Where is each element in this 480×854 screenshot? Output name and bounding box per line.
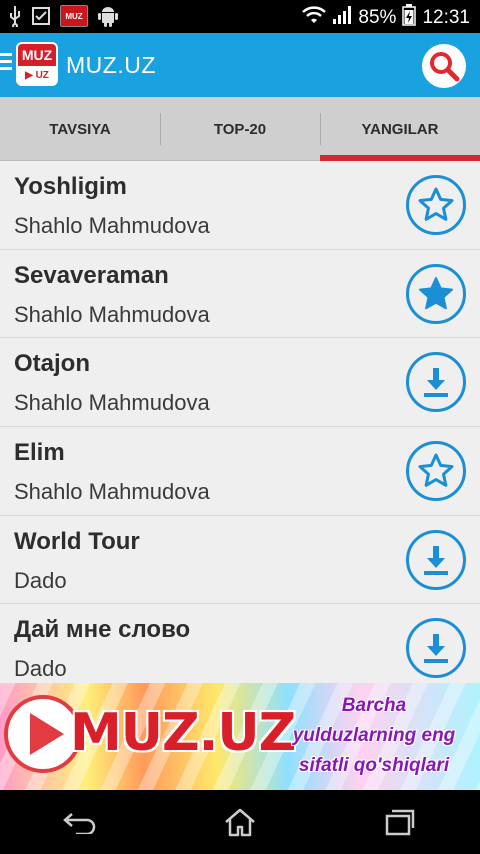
song-list[interactable]: Yoshligim Shahlo Mahmudova Sevaveraman S… — [0, 161, 480, 683]
signal-icon — [332, 5, 352, 31]
list-item[interactable]: Дай мне слово Dado — [0, 604, 480, 683]
song-artist: Shahlo Mahmudova — [14, 479, 210, 505]
wifi-icon — [302, 5, 327, 31]
banner-ad[interactable]: MUZ.UZ Barcha yulduzlarning eng sifatli … — [0, 683, 480, 790]
tab-tavsiya[interactable]: TAVSIYA — [0, 97, 160, 161]
search-icon — [430, 52, 460, 82]
favorite-button[interactable] — [406, 175, 466, 235]
tab-bar: TAVSIYA TOP-20 YANGILAR — [0, 97, 480, 161]
status-bar: MUZ 85% 12:31 — [0, 0, 480, 33]
home-button[interactable] — [210, 797, 270, 847]
list-item[interactable]: Yoshligim Shahlo Mahmudova — [0, 161, 480, 250]
system-nav-bar — [0, 790, 480, 854]
app-bar: MUZ ▶ UZ MUZ.UZ — [0, 33, 480, 97]
download-icon — [424, 368, 448, 398]
song-title: Otajon — [14, 350, 90, 378]
song-artist: Dado — [14, 656, 67, 682]
download-button[interactable] — [406, 618, 466, 679]
clock: 12:31 — [422, 7, 470, 28]
download-button[interactable] — [406, 529, 466, 590]
back-button[interactable] — [50, 797, 110, 847]
list-item[interactable]: World Tour Dado — [0, 515, 480, 605]
back-icon — [63, 813, 96, 834]
battery-icon — [402, 4, 417, 32]
song-artist: Shahlo Mahmudova — [14, 301, 210, 327]
tab-yangilar[interactable]: YANGILAR — [320, 97, 480, 161]
app-logo[interactable]: MUZ ▶ UZ — [16, 42, 58, 86]
star-outline-icon — [418, 187, 454, 221]
song-artist: Shahlo Mahmudova — [14, 390, 210, 416]
recent-apps-button[interactable] — [370, 797, 430, 847]
notification-icons: MUZ — [8, 5, 118, 27]
song-title: Yoshligim — [14, 173, 127, 200]
tab-top-20[interactable]: TOP-20 — [160, 97, 320, 161]
app-title: MUZ.UZ — [66, 52, 156, 78]
song-artist: Shahlo Mahmudova — [14, 213, 210, 238]
song-artist: Dado — [14, 567, 67, 593]
battery-percent: 85% — [358, 7, 397, 28]
search-button[interactable] — [422, 44, 466, 88]
home-icon — [225, 808, 255, 837]
recent-apps-icon — [385, 809, 415, 836]
favorite-button[interactable] — [406, 441, 466, 502]
song-title: World Tour — [14, 527, 140, 555]
download-icon — [424, 545, 448, 575]
download-icon — [424, 634, 448, 664]
usb-icon — [8, 5, 22, 27]
system-status: 85% 12:31 — [302, 4, 470, 32]
song-title: Elim — [14, 439, 65, 467]
checkbox-icon — [32, 7, 50, 25]
star-outline-icon — [418, 453, 454, 487]
banner-slogan: Barcha yulduzlarning eng sifatli qo'shiq… — [292, 695, 456, 776]
list-item[interactable]: Otajon Shahlo Mahmudova — [0, 338, 480, 428]
star-filled-icon — [419, 276, 453, 309]
list-item[interactable]: Sevaveraman Shahlo Mahmudova — [0, 249, 480, 339]
menu-icon[interactable] — [0, 53, 12, 74]
favorite-button[interactable] — [406, 263, 466, 324]
song-title: Дай мне слово — [14, 616, 191, 644]
song-title: Sevaveraman — [14, 261, 169, 289]
android-icon — [98, 5, 118, 27]
list-item[interactable]: Elim Shahlo Mahmudova — [0, 427, 480, 516]
muz-notification-icon: MUZ — [60, 5, 88, 27]
download-button[interactable] — [406, 352, 466, 413]
banner-brand: MUZ.UZ — [70, 703, 296, 763]
